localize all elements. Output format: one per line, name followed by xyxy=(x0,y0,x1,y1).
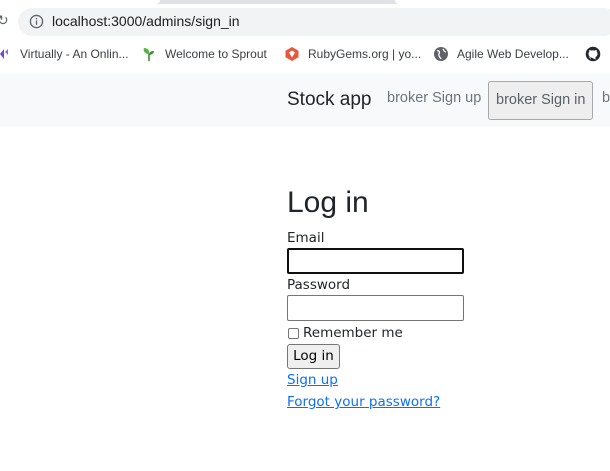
brand-link[interactable]: Stock app xyxy=(287,89,372,111)
bookmark-sprout[interactable]: Welcome to Sprout xyxy=(141,45,267,63)
tab-edge xyxy=(395,0,610,4)
bookmark-github[interactable] xyxy=(585,45,609,63)
url-text[interactable]: localhost:3000/admins/sign_in xyxy=(52,13,240,29)
nav-broker-sign-up[interactable]: broker Sign up xyxy=(387,90,481,106)
reload-icon[interactable]: ↻ xyxy=(0,12,9,30)
password-field[interactable] xyxy=(287,295,464,321)
email-label: Email xyxy=(287,230,325,246)
browser-toolbar: ↻ localhost:3000/admins/sign_in Virtuall… xyxy=(0,0,610,74)
bookmark-rubygems[interactable]: RubyGems.org | yo... xyxy=(284,45,421,63)
log-in-button[interactable]: Log in xyxy=(287,344,340,369)
remember-me-label[interactable]: Remember me xyxy=(303,325,403,341)
rubygems-icon xyxy=(285,47,299,61)
remember-me-row: Remember me xyxy=(287,325,403,341)
page-title: Log in xyxy=(287,186,369,219)
bookmark-label: Welcome to Sprout xyxy=(165,47,267,61)
forgot-password-link[interactable]: Forgot your password? xyxy=(287,394,440,410)
bookmark-virtually[interactable]: Virtually - An Onlin... xyxy=(0,45,129,63)
bookmark-label: RubyGems.org | yo... xyxy=(308,47,422,61)
remember-me-checkbox[interactable] xyxy=(288,327,299,339)
email-field[interactable] xyxy=(287,248,464,274)
github-icon xyxy=(585,46,601,62)
bookmark-label: Agile Web Develop... xyxy=(457,47,569,61)
sign-up-link[interactable]: Sign up xyxy=(287,372,338,388)
nav-link-truncated[interactable]: b xyxy=(602,90,610,106)
sprout-icon xyxy=(143,48,154,61)
info-icon[interactable] xyxy=(29,14,44,29)
bookmark-label: Virtually - An Onlin... xyxy=(20,47,129,61)
bookmarks-bar: Virtually - An Onlin... Welcome to Sprou… xyxy=(0,40,610,68)
virtually-icon xyxy=(0,49,8,59)
globe-icon xyxy=(434,47,448,61)
bookmark-agile-web[interactable]: Agile Web Develop... xyxy=(433,45,569,63)
password-label: Password xyxy=(287,277,351,293)
navbar: Stock app broker Sign up broker Sign in … xyxy=(0,74,610,127)
nav-broker-sign-in[interactable]: broker Sign in xyxy=(488,81,594,120)
tab-edge xyxy=(0,0,160,4)
